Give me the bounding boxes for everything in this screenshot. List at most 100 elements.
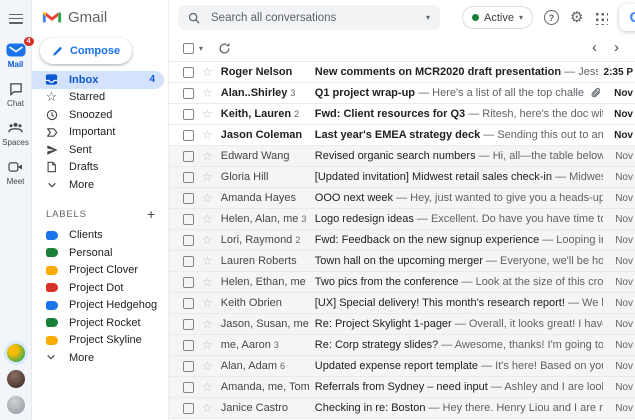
important-icon bbox=[45, 127, 58, 138]
avatar[interactable] bbox=[6, 396, 25, 414]
star-icon[interactable]: ☆ bbox=[202, 108, 213, 120]
rail-item-chat[interactable]: Chat bbox=[4, 81, 28, 108]
row-checkbox[interactable] bbox=[183, 87, 194, 99]
search-bar[interactable]: ▾ bbox=[178, 5, 440, 30]
row-checkbox[interactable] bbox=[183, 66, 194, 78]
conversation-row[interactable]: ☆ Alan..Shirley 3 Q1 project wrap-up — Here… bbox=[169, 83, 635, 104]
conversation-row[interactable]: ☆ Lori, Raymond 2 Fwd: Feedback on the new … bbox=[169, 230, 635, 251]
row-checkbox[interactable] bbox=[183, 129, 194, 141]
star-icon[interactable]: ☆ bbox=[202, 402, 213, 414]
row-checkbox[interactable] bbox=[183, 297, 194, 309]
row-checkbox[interactable] bbox=[183, 381, 194, 393]
select-all-checkbox[interactable] bbox=[183, 42, 194, 54]
star-icon[interactable]: ☆ bbox=[202, 318, 213, 330]
star-icon[interactable]: ☆ bbox=[202, 255, 213, 267]
settings-button[interactable]: ⚙ bbox=[570, 10, 583, 25]
label-item[interactable]: Clients bbox=[32, 227, 168, 245]
star-icon[interactable]: ☆ bbox=[202, 360, 213, 372]
newer-page-button[interactable]: ‹ bbox=[586, 40, 603, 55]
row-checkbox[interactable] bbox=[183, 339, 194, 351]
label-item[interactable]: Project Hedgehog bbox=[32, 297, 168, 315]
chevron-down-icon bbox=[45, 181, 58, 189]
row-checkbox[interactable] bbox=[183, 255, 194, 267]
conversation-row[interactable]: ☆ Jason Coleman Last year's EMEA strategy … bbox=[169, 125, 635, 146]
row-checkbox[interactable] bbox=[183, 234, 194, 246]
label-item[interactable]: Project Skyline bbox=[32, 332, 168, 350]
status-selector[interactable]: Active ▾ bbox=[462, 6, 533, 29]
compose-button[interactable]: Compose bbox=[40, 38, 132, 64]
conversation-row[interactable]: ☆ Keith, Lauren 2 Fwd: Client resources for… bbox=[169, 104, 635, 125]
row-checkbox[interactable] bbox=[183, 360, 194, 372]
row-checkbox[interactable] bbox=[183, 192, 194, 204]
star-icon[interactable]: ☆ bbox=[202, 339, 213, 351]
row-snippet: — Awesome, thanks! I'm going to use slid… bbox=[441, 339, 603, 351]
row-checkbox[interactable] bbox=[183, 108, 194, 120]
labels-more[interactable]: More bbox=[32, 349, 168, 367]
google-apps-button[interactable] bbox=[594, 10, 609, 25]
sidebar-item-more[interactable]: More bbox=[32, 176, 164, 194]
row-subject: Two pics from the conference bbox=[314, 276, 459, 288]
star-icon[interactable]: ☆ bbox=[202, 276, 213, 288]
conversation-row[interactable]: ☆ Helen, Alan, me 3 Logo redesign ideas — E… bbox=[169, 209, 635, 230]
star-icon[interactable]: ☆ bbox=[202, 234, 213, 246]
label-item[interactable]: Project Rocket bbox=[32, 314, 168, 332]
star-icon[interactable]: ☆ bbox=[202, 192, 213, 204]
row-checkbox[interactable] bbox=[183, 213, 194, 225]
main-menu-button[interactable] bbox=[8, 11, 23, 26]
sidebar-item-starred[interactable]: ☆ Starred bbox=[32, 89, 164, 107]
row-checkbox[interactable] bbox=[183, 402, 194, 414]
rail-item-mail[interactable]: 4 Mail bbox=[4, 36, 35, 69]
label-item[interactable]: Personal bbox=[32, 244, 168, 262]
conversation-row[interactable]: ☆ Lauren Roberts Town hall on the upcoming… bbox=[169, 251, 635, 272]
sidebar-item-inbox[interactable]: Inbox 4 bbox=[32, 71, 164, 89]
sidebar-item-drafts[interactable]: Drafts bbox=[32, 159, 164, 177]
sidebar-item-snoozed[interactable]: Snoozed bbox=[32, 106, 164, 124]
conversation-row[interactable]: ☆ Jason, Susan, me4 Re: Project Skylight 1… bbox=[169, 314, 635, 335]
conversation-row[interactable]: ☆ Keith Obrien [UX] Special delivery! This… bbox=[169, 293, 635, 314]
star-icon[interactable]: ☆ bbox=[202, 66, 213, 78]
google-account-card[interactable]: Goo bbox=[619, 4, 635, 31]
avatar[interactable] bbox=[6, 370, 25, 388]
conversation-row[interactable]: ☆ Amanda, me, Tom3 Referrals from Sydney –… bbox=[169, 377, 635, 398]
row-date: Nov bbox=[615, 150, 633, 162]
conversation-row[interactable]: ☆ Roger Nelson New comments on MCR2020 dra… bbox=[169, 62, 635, 83]
row-checkbox[interactable] bbox=[183, 171, 194, 183]
row-content: [Updated invitation] Midwest retail sale… bbox=[315, 171, 603, 183]
search-input[interactable] bbox=[209, 10, 417, 25]
label-item[interactable]: Project Clover bbox=[32, 262, 168, 280]
older-page-button[interactable]: › bbox=[608, 40, 625, 55]
rail-item-meet[interactable]: Meet bbox=[4, 159, 28, 186]
row-checkbox[interactable] bbox=[183, 150, 194, 162]
conversation-row[interactable]: ☆ Gloria Hill [Updated invitation] Midwest… bbox=[169, 167, 635, 188]
conversation-row[interactable]: ☆ Alan, Adam 6 Updated expense report templ… bbox=[169, 356, 635, 377]
star-icon[interactable]: ☆ bbox=[202, 381, 213, 393]
star-icon[interactable]: ☆ bbox=[202, 213, 213, 225]
row-checkbox[interactable] bbox=[183, 276, 194, 288]
conversation-row[interactable]: ☆ Edward Wang Revised organic search numbe… bbox=[169, 146, 635, 167]
conversation-row[interactable]: ☆ me, Aaron 3 Re: Corp strategy slides? — A… bbox=[169, 335, 635, 356]
sidebar-item-sent[interactable]: Sent bbox=[32, 141, 164, 159]
conversation-row[interactable]: ☆ Amanda Hayes OOO next week — Hey, just w… bbox=[169, 188, 635, 209]
row-snippet: — Everyone, we'll be hosting our second … bbox=[485, 255, 603, 267]
search-options-caret-icon[interactable]: ▾ bbox=[426, 13, 430, 22]
rail-item-spaces[interactable]: Spaces bbox=[2, 120, 29, 147]
create-label-button[interactable]: + bbox=[147, 207, 156, 221]
star-icon: ☆ bbox=[45, 89, 58, 105]
sidebar-item-label: Sent bbox=[69, 143, 92, 156]
row-sender: Edward Wang bbox=[220, 150, 290, 162]
star-icon[interactable]: ☆ bbox=[202, 297, 213, 309]
star-icon[interactable]: ☆ bbox=[202, 171, 213, 183]
help-button[interactable]: ? bbox=[543, 10, 559, 25]
conversation-row[interactable]: ☆ Janice Castro Checking in re: Boston — H… bbox=[169, 398, 635, 419]
row-checkbox[interactable] bbox=[183, 318, 194, 330]
label-item[interactable]: Project Dot bbox=[32, 279, 168, 297]
avatar[interactable] bbox=[6, 344, 25, 362]
star-icon[interactable]: ☆ bbox=[202, 150, 213, 162]
star-icon[interactable]: ☆ bbox=[202, 87, 213, 99]
star-icon[interactable]: ☆ bbox=[202, 129, 213, 141]
select-caret-icon[interactable]: ▾ bbox=[199, 44, 203, 53]
row-content: Last year's EMEA strategy deck — Sending… bbox=[315, 129, 603, 141]
refresh-button[interactable] bbox=[218, 42, 231, 55]
conversation-row[interactable]: ☆ Helen, Ethan, me5 Two pics from the conf… bbox=[169, 272, 635, 293]
sidebar-item-important[interactable]: Important bbox=[32, 124, 164, 142]
